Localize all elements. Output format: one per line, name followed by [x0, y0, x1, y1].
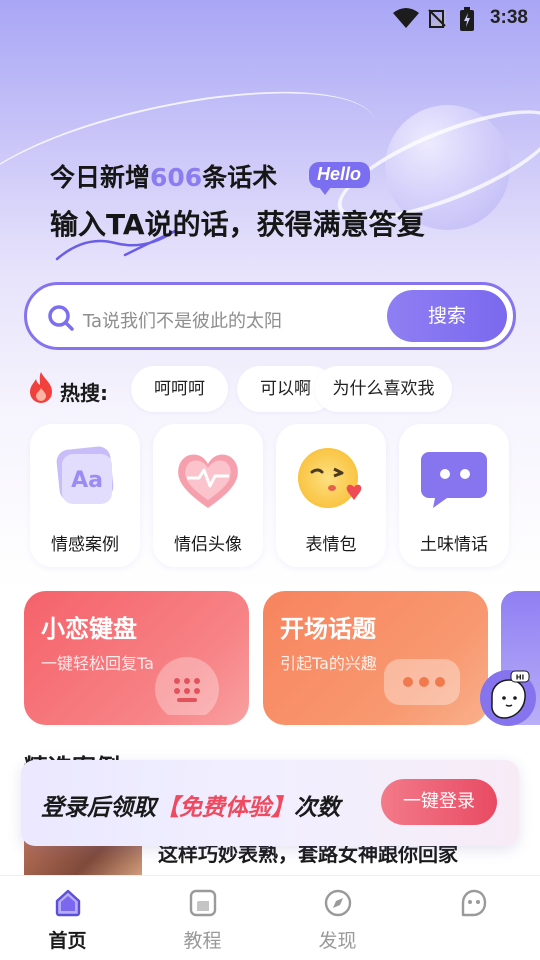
one-click-login-button[interactable]: 一键登录	[381, 779, 497, 825]
category-label: 表情包	[305, 535, 357, 555]
category-card-stickers[interactable]: 表情包	[276, 424, 386, 567]
home-icon	[55, 889, 81, 917]
hot-search-label: 热搜:	[60, 381, 108, 405]
tab-tutorial[interactable]: 教程	[135, 876, 270, 960]
wifi-icon	[393, 8, 419, 28]
compass-icon	[324, 889, 352, 917]
headline-prefix: 今日新增	[50, 163, 151, 192]
heart-pulse-icon	[178, 454, 238, 508]
login-text-prefix: 登录后领取	[41, 795, 156, 821]
headline-suffix: 条话术	[202, 163, 278, 192]
chat-bubble-icon	[421, 452, 487, 508]
chat-face-icon	[461, 889, 487, 917]
feature-card-openers[interactable]: 开场话题 引起Ta的兴趣	[263, 591, 488, 725]
hot-chip[interactable]: 为什么喜欢我	[315, 366, 452, 412]
fire-icon	[30, 372, 52, 403]
svg-text:Aa: Aa	[71, 468, 103, 493]
headline-number: 606	[150, 163, 203, 192]
floating-assistant-icon[interactable]: HI	[478, 666, 538, 728]
category-card-pickup-lines[interactable]: 土味情话	[399, 424, 509, 567]
book-icon	[189, 889, 217, 917]
tab-label: 教程	[183, 930, 222, 952]
feature-title: 小恋键盘	[41, 615, 137, 643]
category-card-cases[interactable]: Aa 情感案例	[30, 424, 140, 567]
keyboard-icon	[155, 657, 219, 715]
feature-subtitle: 引起Ta的兴趣	[280, 654, 377, 673]
hot-chip[interactable]: 呵呵呵	[131, 366, 228, 412]
daily-count-headline: 今日新增606条话术	[50, 158, 277, 194]
login-text-suffix: 次数	[294, 795, 340, 821]
hot-search-row: 热搜: 呵呵呵 可以啊 为什么喜欢我	[28, 366, 528, 412]
feature-card-keyboard[interactable]: 小恋键盘 一键轻松回复Ta	[24, 591, 249, 725]
aa-card-icon: Aa	[56, 446, 114, 504]
tab-label: 发现	[318, 930, 357, 952]
battery-charging-icon	[460, 7, 474, 31]
search-icon	[48, 305, 74, 331]
feature-title: 开场话题	[280, 615, 376, 643]
search-input[interactable]: Ta说我们不是彼此的太阳	[83, 307, 282, 333]
tab-discover[interactable]: 发现	[270, 876, 405, 960]
tab-label: 首页	[48, 930, 87, 952]
signal-off-icon	[428, 9, 446, 28]
category-label: 情感案例	[51, 535, 119, 555]
status-bar: 3:38	[0, 0, 540, 36]
hello-badge: Hello	[309, 162, 371, 195]
tab-chat[interactable]	[405, 876, 540, 960]
login-promo-text: 登录后领取【免费体验】次数	[41, 788, 340, 822]
tab-home[interactable]: 首页	[0, 876, 135, 960]
wink-emoji-icon	[298, 448, 362, 508]
search-button[interactable]: 搜索	[387, 290, 507, 342]
category-label: 土味情话	[420, 535, 488, 555]
assistant-bubble-text: HI	[516, 674, 524, 682]
search-bar[interactable]: Ta说我们不是彼此的太阳 搜索	[24, 282, 516, 350]
status-time: 3:38	[489, 7, 528, 28]
category-card-avatars[interactable]: 情侣头像	[153, 424, 263, 567]
feature-subtitle: 一键轻松回复Ta	[41, 654, 154, 673]
login-promo-banner: 登录后领取【免费体验】次数 一键登录	[21, 760, 519, 846]
login-text-highlight: 【免费体验】	[156, 795, 294, 821]
chat-dots-icon	[384, 659, 460, 705]
category-label: 情侣头像	[174, 535, 242, 555]
page-subtitle: 输入TA说的话，获得满意答复	[50, 208, 425, 241]
bottom-tab-bar: 首页 教程 发现	[0, 875, 540, 960]
